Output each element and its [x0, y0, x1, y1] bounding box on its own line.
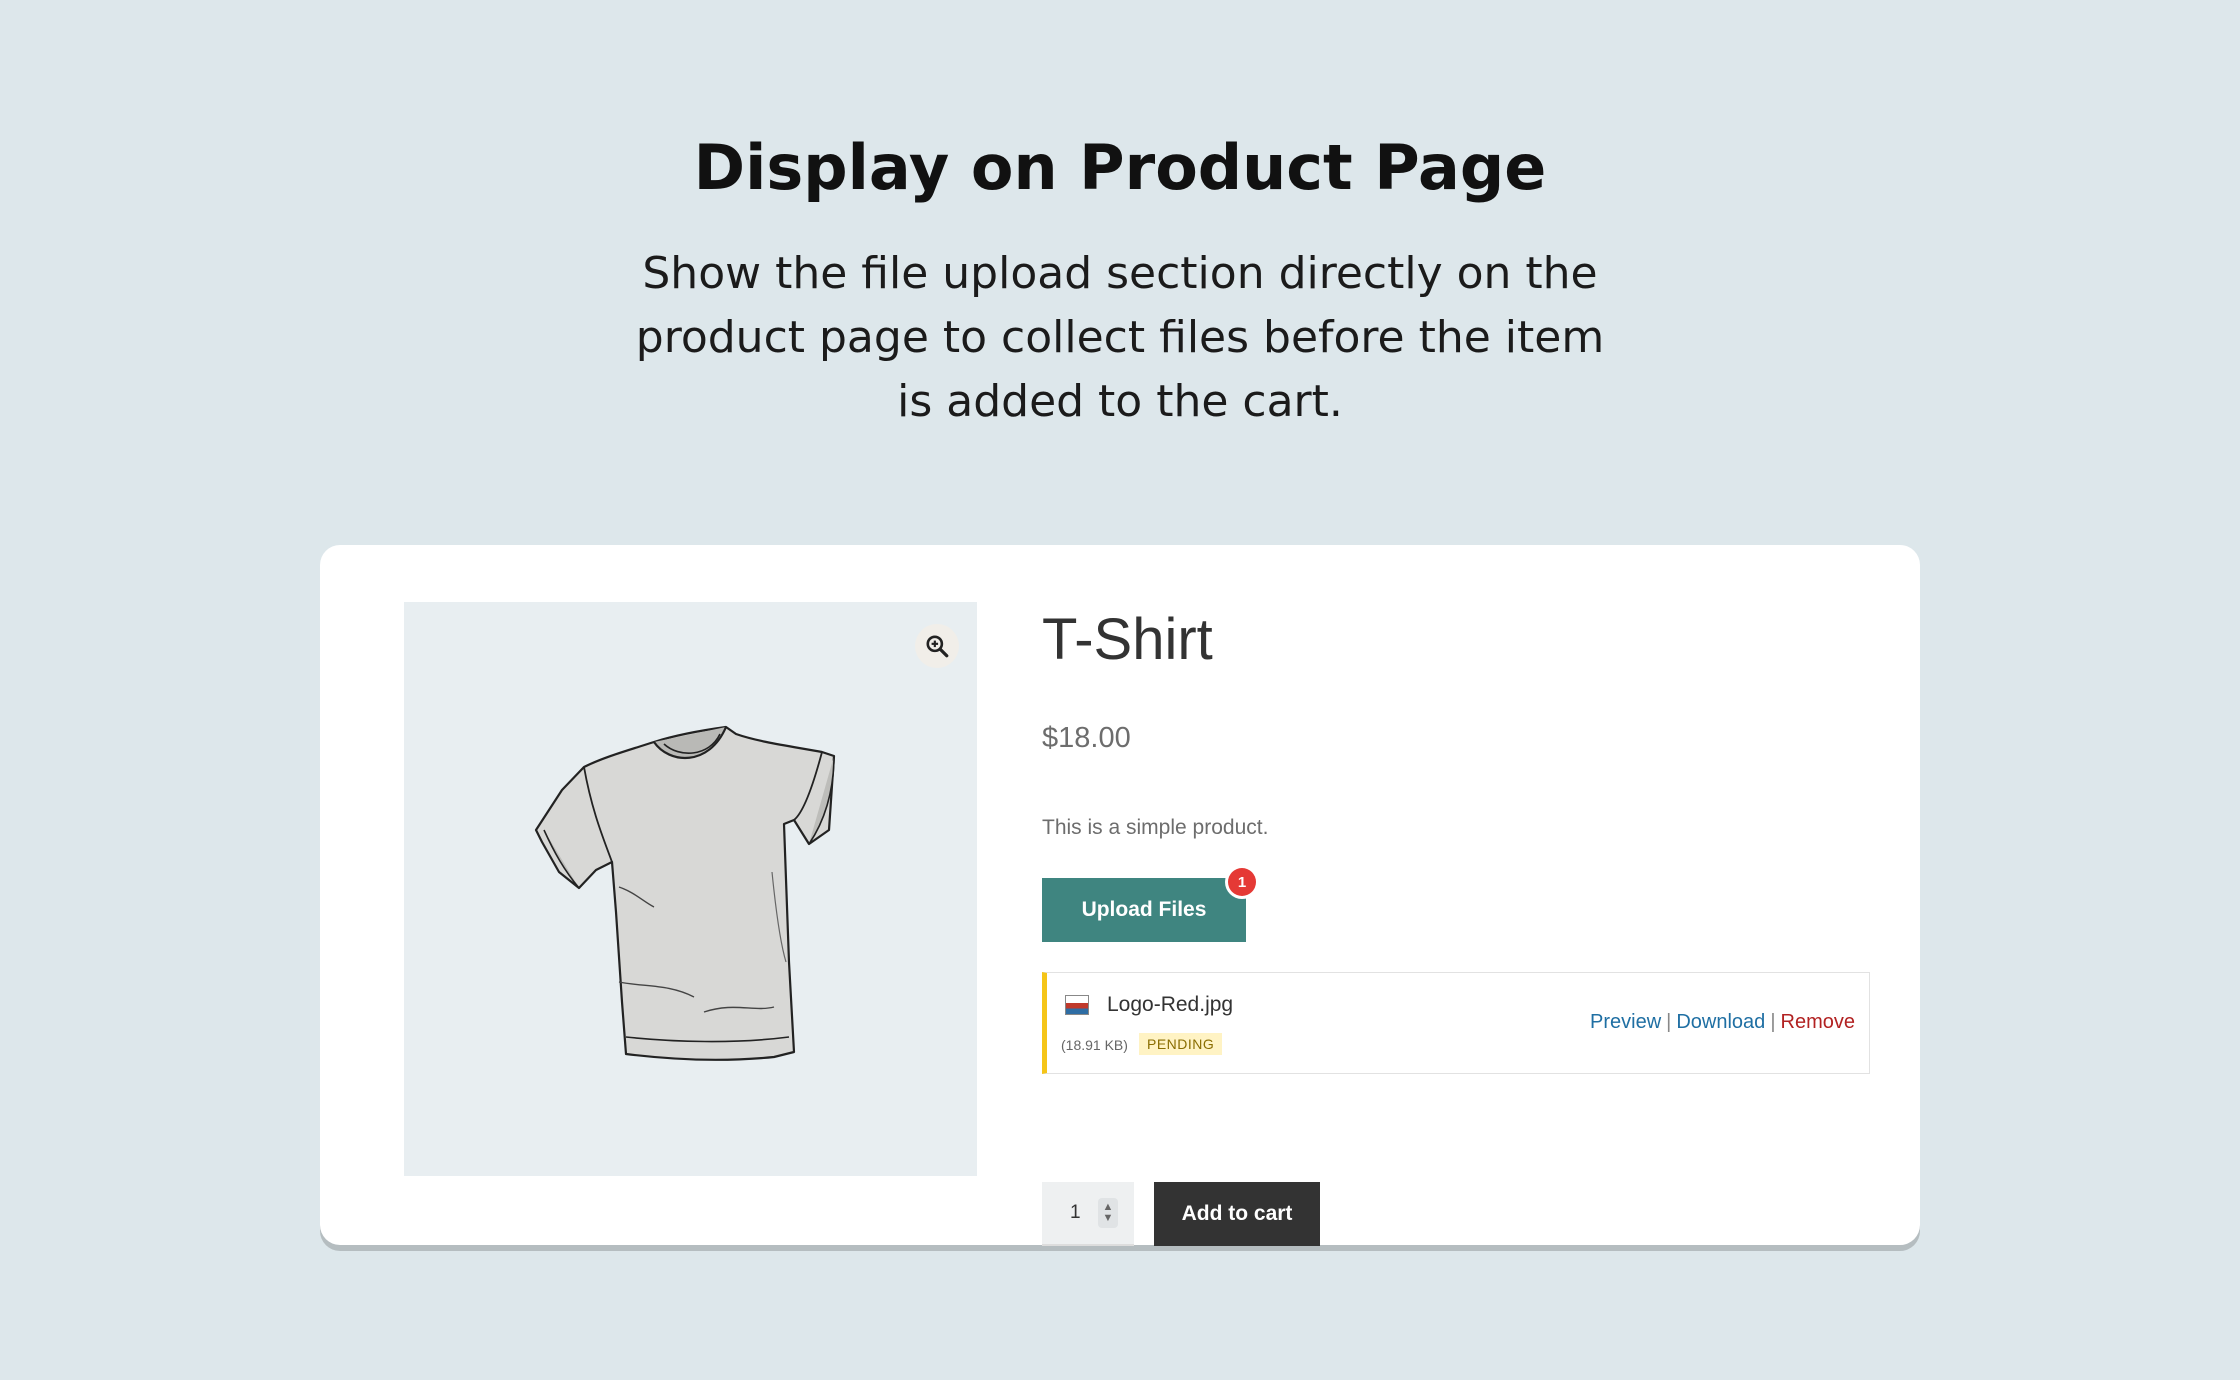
separator: |: [1666, 1011, 1672, 1033]
download-link[interactable]: Download: [1676, 1011, 1765, 1033]
upload-files-button[interactable]: Upload Files: [1042, 878, 1246, 942]
spinner-arrows-icon[interactable]: ▲ ▼: [1098, 1198, 1118, 1228]
product-price: $18.00: [1042, 722, 1131, 754]
file-actions: Preview | Download | Remove: [1590, 1011, 1855, 1034]
uploaded-file-row: Logo-Red.jpg (18.91 KB) PENDING Preview |…: [1042, 972, 1870, 1074]
hero-subtitle: Show the file upload section directly on…: [635, 248, 1605, 427]
magnifier-plus-icon: [926, 635, 949, 658]
quantity-stepper[interactable]: 1 ▲ ▼: [1042, 1182, 1134, 1246]
file-size: (18.91 KB): [1061, 1037, 1128, 1053]
quantity-value[interactable]: 1: [1070, 1202, 1081, 1224]
hero-title: Display on Product Page: [693, 131, 1547, 204]
tshirt-illustration: [534, 725, 836, 1061]
preview-link[interactable]: Preview: [1590, 1011, 1661, 1033]
image-file-icon: [1065, 995, 1089, 1015]
product-title: T-Shirt: [1042, 607, 1213, 672]
zoom-button[interactable]: [915, 624, 959, 668]
add-to-cart-button[interactable]: Add to cart: [1154, 1182, 1320, 1246]
remove-link[interactable]: Remove: [1781, 1011, 1855, 1033]
status-badge: PENDING: [1139, 1033, 1223, 1055]
upload-count-badge: 1: [1228, 868, 1256, 896]
separator: |: [1770, 1011, 1776, 1033]
product-description: This is a simple product.: [1042, 816, 1269, 839]
product-image[interactable]: [404, 602, 977, 1176]
file-name: Logo-Red.jpg: [1107, 993, 1234, 1016]
product-card: T-Shirt $18.00 This is a simple product.…: [320, 545, 1920, 1246]
